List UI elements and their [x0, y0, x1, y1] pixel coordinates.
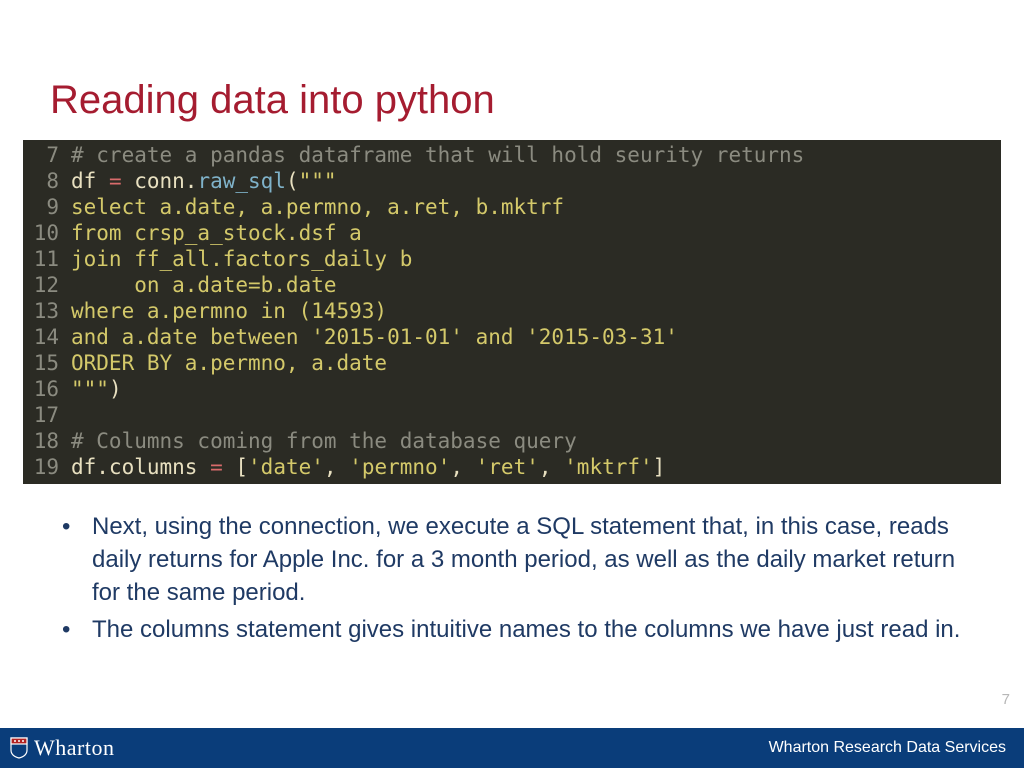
bullet-dot-icon: •	[62, 613, 70, 646]
line-number: 16	[23, 376, 71, 402]
code-text: on a.date=b.date	[71, 272, 337, 298]
code-line: 17	[23, 402, 1001, 428]
footer-right-text: Wharton Research Data Services	[769, 739, 1006, 757]
code-text: ORDER BY a.permno, a.date	[71, 350, 387, 376]
bullet-ul: • Next, using the connection, we execute …	[50, 510, 980, 646]
code-line: 9select a.date, a.permno, a.ret, b.mktrf	[23, 194, 1001, 220]
footer-bar: Wharton Wharton Research Data Services	[0, 728, 1024, 768]
bullet-text: Next, using the connection, we execute a…	[92, 513, 955, 606]
code-text: df = conn.raw_sql("""	[71, 168, 337, 194]
shield-icon	[10, 737, 28, 759]
bullet-text: The columns statement gives intuitive na…	[92, 616, 960, 643]
line-number: 8	[23, 168, 71, 194]
code-line: 12 on a.date=b.date	[23, 272, 1001, 298]
code-text: """)	[71, 376, 122, 402]
bullet-dot-icon: •	[62, 510, 70, 543]
slide-title: Reading data into python	[50, 78, 495, 123]
line-number: 17	[23, 402, 71, 428]
code-text: and a.date between '2015-01-01' and '201…	[71, 324, 678, 350]
code-text: join ff_all.factors_daily b	[71, 246, 412, 272]
slide: Reading data into python 7# create a pan…	[0, 0, 1024, 768]
line-number: 11	[23, 246, 71, 272]
code-line: 14and a.date between '2015-01-01' and '2…	[23, 324, 1001, 350]
line-number: 12	[23, 272, 71, 298]
line-number: 10	[23, 220, 71, 246]
line-number: 13	[23, 298, 71, 324]
bullet-item: •Next, using the connection, we execute …	[86, 510, 980, 609]
bullet-item: •The columns statement gives intuitive n…	[86, 613, 980, 646]
line-number: 15	[23, 350, 71, 376]
code-line: 13where a.permno in (14593)	[23, 298, 1001, 324]
bullet-list: • Next, using the connection, we execute …	[50, 510, 980, 650]
line-number: 18	[23, 428, 71, 454]
code-line: 10from crsp_a_stock.dsf a	[23, 220, 1001, 246]
code-text: select a.date, a.permno, a.ret, b.mktrf	[71, 194, 564, 220]
code-text: # create a pandas dataframe that will ho…	[71, 142, 804, 168]
code-line: 8df = conn.raw_sql("""	[23, 168, 1001, 194]
code-text: df.columns = ['date', 'permno', 'ret', '…	[71, 454, 665, 480]
code-line: 15ORDER BY a.permno, a.date	[23, 350, 1001, 376]
page-number: 7	[1002, 691, 1010, 708]
code-text: from crsp_a_stock.dsf a	[71, 220, 362, 246]
code-text: where a.permno in (14593)	[71, 298, 387, 324]
code-line: 11join ff_all.factors_daily b	[23, 246, 1001, 272]
code-line: 18# Columns coming from the database que…	[23, 428, 1001, 454]
footer-left: Wharton	[10, 735, 114, 761]
code-line: 7# create a pandas dataframe that will h…	[23, 142, 1001, 168]
line-number: 9	[23, 194, 71, 220]
line-number: 19	[23, 454, 71, 480]
code-text: # Columns coming from the database query	[71, 428, 577, 454]
line-number: 7	[23, 142, 71, 168]
code-line: 19df.columns = ['date', 'permno', 'ret',…	[23, 454, 1001, 480]
code-block: 7# create a pandas dataframe that will h…	[23, 140, 1001, 484]
line-number: 14	[23, 324, 71, 350]
wharton-logo: Wharton	[34, 735, 114, 761]
code-line: 16""")	[23, 376, 1001, 402]
